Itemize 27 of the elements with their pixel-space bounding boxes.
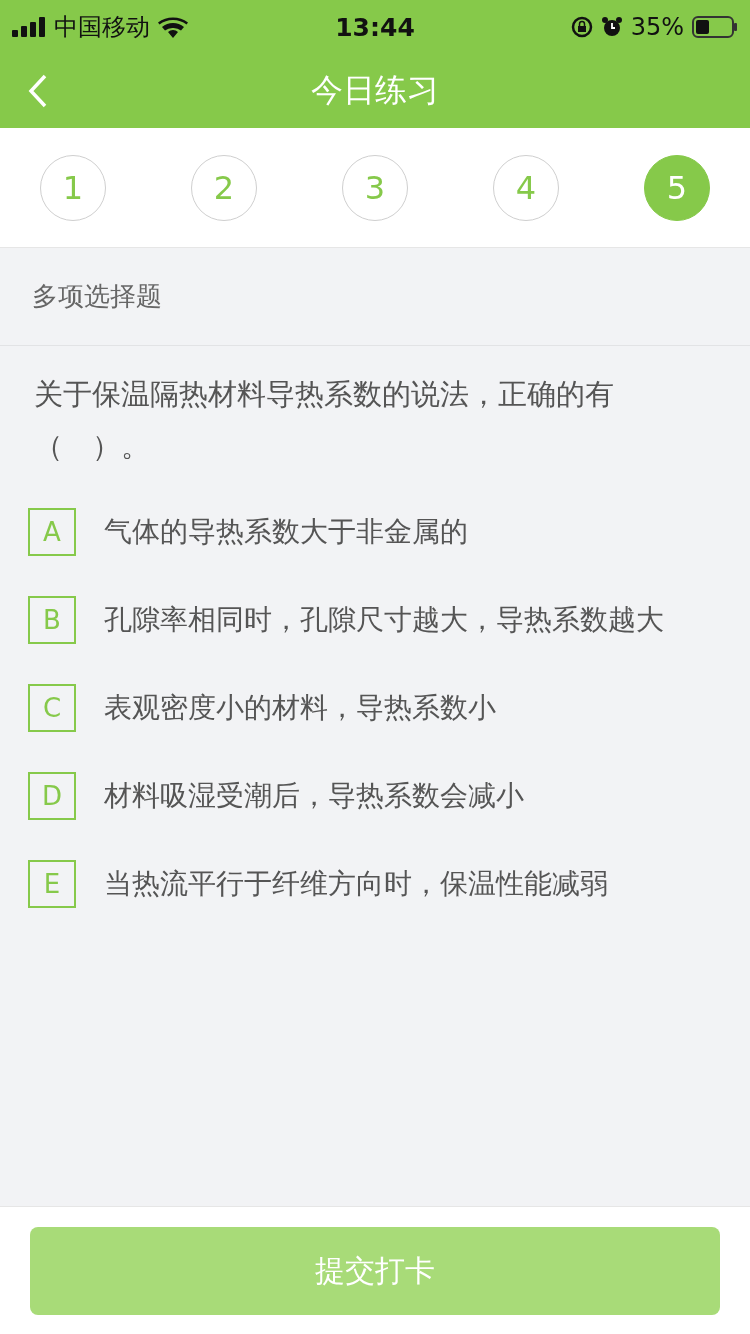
option-text[interactable]: 表观密度小的材料，导热系数小 [104,689,496,727]
back-icon [28,74,48,108]
page-title: 今日练习 [311,70,439,111]
question-number-tab[interactable]: 1 [40,154,106,221]
question-number-tab[interactable]: 4 [493,154,559,221]
question-number-tab[interactable]: 3 [342,154,408,221]
option-letter[interactable]: D [28,772,76,820]
option-letter[interactable]: B [28,596,76,644]
option-letter[interactable]: C [28,684,76,732]
alarm-icon [600,16,623,38]
question-number-tab[interactable]: 2 [191,154,257,221]
signal-icon [12,17,46,37]
option-text[interactable]: 气体的导热系数大于非金属的 [104,513,468,551]
question-type: 多项选择题 [32,280,162,313]
option-letter[interactable]: E [28,860,76,908]
option-text[interactable]: 当热流平行于纤维方向时，保温性能减弱 [104,865,608,903]
option-text[interactable]: 孔隙率相同时，孔隙尺寸越大，导热系数越大 [104,601,664,639]
rotation-lock-icon [570,16,593,38]
battery-percent: 35% [630,13,684,41]
option-text[interactable]: 材料吸湿受潮后，导热系数会减小 [104,777,524,815]
status-time: 13:44 [335,12,415,42]
question-text: 关于保温隔热材料导热系数的说法，正确的有（ ）。 [33,376,615,465]
battery-icon [692,16,738,38]
option-letter[interactable]: A [28,508,76,556]
question-number-tab[interactable]: 5 [644,154,710,221]
wifi-icon [158,16,188,38]
carrier-name: 中国移动 [54,12,150,43]
